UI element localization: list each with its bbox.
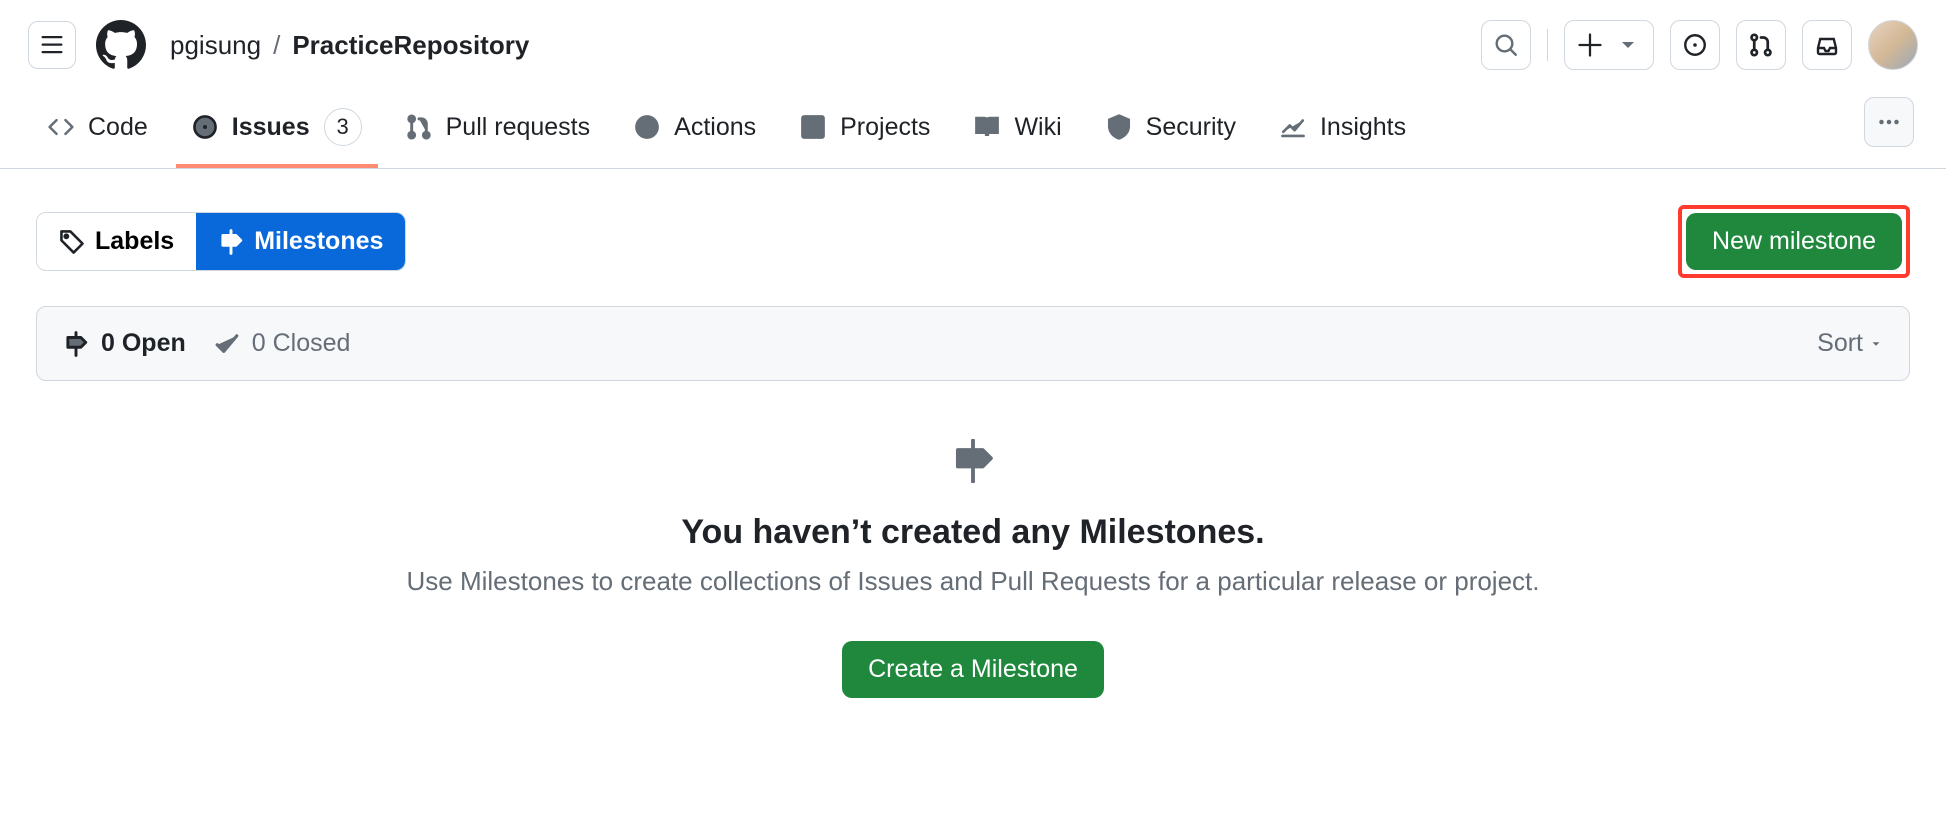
pull-request-icon [1749, 33, 1773, 57]
breadcrumb: pgisung / PracticeRepository [170, 30, 529, 61]
open-count-label: 0 Open [101, 329, 186, 358]
nav-issues-label: Issues [232, 113, 310, 142]
tab-labels-label: Labels [95, 227, 174, 256]
blankslate-description: Use Milestones to create collections of … [76, 566, 1870, 597]
breadcrumb-separator: / [273, 30, 280, 61]
tab-milestones-label: Milestones [254, 227, 383, 256]
labels-milestones-tabs: Labels Milestones [36, 212, 406, 271]
hamburger-menu-button[interactable] [28, 21, 76, 69]
pull-request-icon [406, 114, 432, 140]
milestone-icon [63, 331, 89, 357]
search-button[interactable] [1481, 20, 1531, 70]
table-icon [800, 114, 826, 140]
create-milestone-button[interactable]: Create a Milestone [842, 641, 1104, 698]
milestone-icon [951, 439, 995, 483]
nav-insights[interactable]: Insights [1264, 95, 1422, 164]
header-divider [1547, 29, 1549, 61]
chevron-down-icon [1616, 33, 1640, 57]
book-icon [974, 114, 1000, 140]
pull-requests-button[interactable] [1736, 20, 1786, 70]
nav-security-label: Security [1146, 113, 1236, 142]
nav-pull-requests[interactable]: Pull requests [390, 95, 607, 164]
breadcrumb-owner-link[interactable]: pgisung [170, 30, 261, 61]
inbox-icon [1815, 33, 1839, 57]
notifications-button[interactable] [1802, 20, 1852, 70]
issue-opened-icon [1683, 33, 1707, 57]
nav-code[interactable]: Code [32, 95, 164, 164]
user-avatar[interactable] [1868, 20, 1918, 70]
menu-icon [40, 33, 64, 57]
sort-label: Sort [1817, 329, 1863, 358]
tag-icon [59, 229, 85, 255]
content-area: Labels Milestones New milestone 0 Open 0… [0, 169, 1946, 774]
kebab-icon [1877, 110, 1901, 134]
nav-insights-label: Insights [1320, 113, 1406, 142]
nav-wiki[interactable]: Wiki [958, 95, 1077, 164]
breadcrumb-repo-link[interactable]: PracticeRepository [292, 30, 529, 61]
closed-milestones-filter[interactable]: 0 Closed [214, 329, 351, 358]
play-icon [634, 114, 660, 140]
nav-actions[interactable]: Actions [618, 95, 772, 164]
highlight-annotation: New milestone [1678, 205, 1910, 278]
nav-code-label: Code [88, 113, 148, 142]
milestone-icon [218, 229, 244, 255]
tab-labels[interactable]: Labels [37, 213, 196, 270]
header-actions [1481, 20, 1919, 70]
chevron-down-icon [1869, 337, 1883, 351]
nav-issues[interactable]: Issues 3 [176, 90, 378, 168]
graph-icon [1280, 114, 1306, 140]
code-icon [48, 114, 74, 140]
plus-icon [1578, 33, 1602, 57]
nav-wiki-label: Wiki [1014, 113, 1061, 142]
nav-more-button[interactable] [1864, 97, 1914, 147]
issues-button[interactable] [1670, 20, 1720, 70]
create-new-button[interactable] [1564, 20, 1654, 70]
subnav: Labels Milestones New milestone [36, 205, 1910, 278]
search-icon [1494, 33, 1518, 57]
issues-count-badge: 3 [324, 108, 362, 146]
open-milestones-filter[interactable]: 0 Open [63, 329, 186, 358]
sort-dropdown[interactable]: Sort [1817, 329, 1883, 358]
issue-opened-icon [192, 114, 218, 140]
nav-projects-label: Projects [840, 113, 930, 142]
check-icon [214, 331, 240, 357]
nav-security[interactable]: Security [1090, 95, 1252, 164]
shield-icon [1106, 114, 1132, 140]
app-header: pgisung / PracticeRepository [0, 0, 1946, 90]
blankslate: You haven’t created any Milestones. Use … [36, 381, 1910, 738]
new-milestone-button[interactable]: New milestone [1686, 213, 1902, 270]
closed-count-label: 0 Closed [252, 329, 351, 358]
github-logo-icon[interactable] [96, 20, 146, 70]
nav-pulls-label: Pull requests [446, 113, 591, 142]
blankslate-title: You haven’t created any Milestones. [76, 513, 1870, 552]
nav-projects[interactable]: Projects [784, 95, 946, 164]
milestones-table-header: 0 Open 0 Closed Sort [36, 306, 1910, 381]
repo-nav: Code Issues 3 Pull requests Actions Proj… [0, 90, 1946, 169]
nav-actions-label: Actions [674, 113, 756, 142]
tab-milestones[interactable]: Milestones [196, 213, 405, 270]
